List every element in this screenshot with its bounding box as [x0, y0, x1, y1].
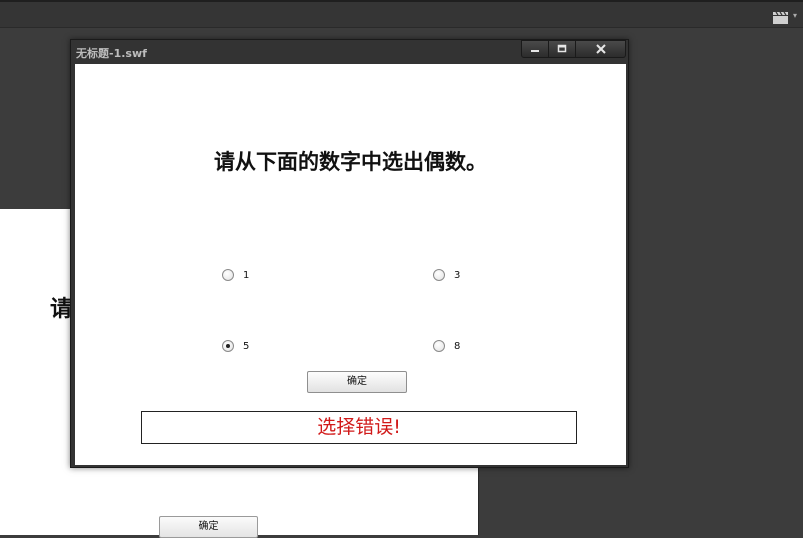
window-titlebar[interactable]: 无标题-1.swf	[71, 40, 628, 64]
maximize-button[interactable]	[549, 40, 576, 58]
dropdown-caret-icon[interactable]: ▾	[793, 12, 799, 20]
option-label: 3	[454, 269, 461, 281]
minimize-button[interactable]	[521, 40, 549, 58]
swf-content-area: 请从下面的数字中选出偶数。 1 3 5 8 确定 选择错误!	[75, 64, 626, 465]
feedback-box: 选择错误!	[141, 411, 577, 444]
clapperboard-icon[interactable]	[773, 9, 789, 24]
option-3[interactable]: 3	[433, 269, 460, 281]
radio-button[interactable]	[433, 269, 445, 281]
option-label: 1	[243, 269, 250, 281]
swf-window: 无标题-1.swf 请从下面的数字中选出偶数。 1 3 5 8 确定 选择错误!	[70, 39, 629, 468]
maximize-icon	[557, 44, 567, 53]
app-toolbar: ▾	[0, 0, 803, 28]
option-label: 8	[454, 340, 461, 352]
window-controls	[521, 40, 626, 59]
radio-button[interactable]	[222, 269, 234, 281]
option-5[interactable]: 5	[222, 340, 249, 352]
radio-button-selected[interactable]	[222, 340, 234, 352]
close-button[interactable]	[576, 40, 626, 58]
background-question: 请	[50, 297, 73, 322]
option-label: 5	[243, 340, 250, 352]
feedback-text: 选择错误!	[317, 416, 401, 438]
question-text: 请从下面的数字中选出偶数。	[214, 150, 487, 174]
option-1[interactable]: 1	[222, 269, 249, 281]
radio-button[interactable]	[433, 340, 445, 352]
option-8[interactable]: 8	[433, 340, 460, 352]
confirm-button[interactable]: 确定	[307, 371, 407, 393]
close-icon	[595, 44, 606, 54]
window-title: 无标题-1.swf	[76, 47, 147, 60]
minimize-icon	[531, 50, 539, 52]
